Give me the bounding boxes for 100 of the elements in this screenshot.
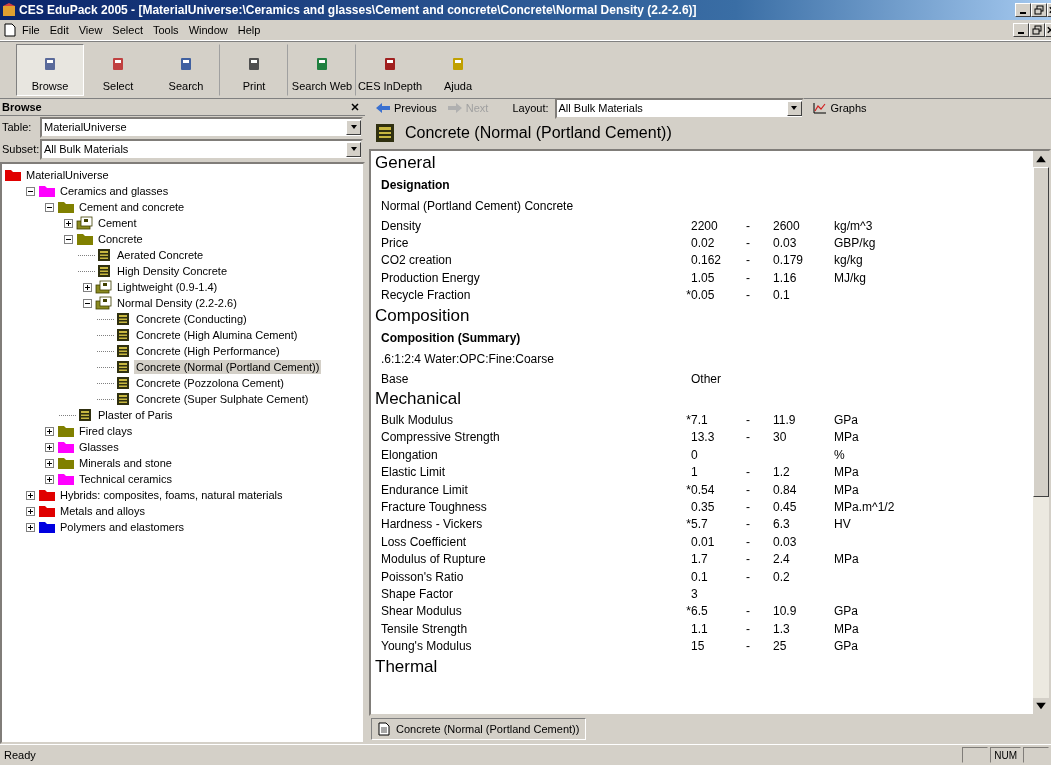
- caret-icon: [790, 104, 798, 112]
- tree-item[interactable]: Concrete (Super Sulphate Cement): [134, 392, 311, 406]
- property-value: 1.1: [691, 621, 708, 636]
- tree-item[interactable]: Normal Density (2.2-2.6): [115, 296, 239, 310]
- tree-item[interactable]: Concrete: [96, 232, 145, 246]
- expander-icon[interactable]: [45, 474, 54, 484]
- tree-item[interactable]: Concrete (Conducting): [134, 312, 249, 326]
- property-value: 15: [691, 639, 705, 654]
- card-icon: [382, 56, 398, 72]
- tree-item[interactable]: Cement: [96, 216, 139, 230]
- subset-dropdown[interactable]: All Bulk Materials: [40, 138, 363, 160]
- arrow-right-icon: [446, 102, 463, 114]
- property-value: 0.02: [691, 236, 715, 251]
- scroll-thumb[interactable]: [1033, 167, 1049, 497]
- menu-item[interactable]: Help: [237, 24, 261, 36]
- tree-item[interactable]: Aerated Concrete: [115, 248, 206, 262]
- tree-item[interactable]: Concrete (Normal (Portland Cement)): [134, 360, 322, 374]
- tree-item[interactable]: Glasses: [77, 440, 121, 454]
- section-heading: General: [375, 152, 437, 174]
- toolbar-button[interactable]: Ajuda: [424, 44, 492, 96]
- tree-item[interactable]: Cement and concrete: [77, 200, 187, 214]
- document-tab[interactable]: Concrete (Normal (Portland Cement)): [371, 718, 587, 740]
- range-dash: -: [746, 218, 750, 233]
- record-icon: [116, 344, 130, 358]
- property-unit: HV: [834, 517, 851, 532]
- menu-item[interactable]: View: [78, 24, 103, 36]
- property-name: Elastic Limit: [381, 465, 446, 480]
- tree-item[interactable]: Lightweight (0.9-1.4): [115, 280, 220, 294]
- toolbar-button[interactable]: Select: [84, 44, 152, 96]
- record-icon: [116, 360, 130, 374]
- property-value: 2200: [691, 218, 718, 233]
- restore-button[interactable]: [1031, 3, 1047, 17]
- property-name: Endurance Limit: [381, 482, 469, 497]
- restore-button[interactable]: [1029, 23, 1045, 37]
- expander-icon[interactable]: [83, 298, 92, 308]
- tree-item[interactable]: Fired clays: [77, 424, 135, 438]
- expander-icon[interactable]: [26, 506, 35, 516]
- property-value: 13.3: [691, 430, 715, 445]
- property-name: Recycle Fraction: [381, 288, 472, 303]
- expander-icon[interactable]: [45, 442, 54, 452]
- tree-item[interactable]: Plaster of Paris: [96, 408, 175, 422]
- expander-icon[interactable]: [26, 490, 35, 500]
- expander-icon[interactable]: [64, 218, 73, 228]
- expander-icon[interactable]: [83, 282, 92, 292]
- tree-item[interactable]: Polymers and elastomers: [58, 520, 187, 534]
- expander-icon[interactable]: [45, 426, 54, 436]
- menu-item[interactable]: Select: [112, 24, 143, 36]
- minimize-button[interactable]: [1015, 3, 1031, 17]
- minimize-button[interactable]: [1013, 23, 1029, 37]
- property-value: 0.179: [773, 253, 804, 268]
- expander-icon[interactable]: [45, 458, 54, 468]
- tree-item[interactable]: Minerals and stone: [77, 456, 174, 470]
- property-name: Production Energy: [381, 270, 481, 285]
- toolbar-button[interactable]: CES InDepth: [356, 44, 424, 96]
- scrollbar[interactable]: [1033, 151, 1049, 714]
- toolbar-button[interactable]: Search Web: [288, 44, 356, 96]
- layout-dropdown[interactable]: All Bulk Materials: [554, 97, 804, 119]
- tree-item[interactable]: Concrete (High Performance): [134, 344, 282, 358]
- property-value: 3: [691, 586, 698, 601]
- tree-item[interactable]: Metals and alloys: [58, 504, 147, 518]
- menu-item[interactable]: Tools: [152, 24, 179, 36]
- previous-button[interactable]: Previous: [373, 102, 439, 114]
- tree-item[interactable]: High Density Concrete: [115, 264, 230, 278]
- property-value: 2.4: [773, 552, 790, 567]
- minimize-icon: [1018, 32, 1024, 34]
- close-icon[interactable]: [351, 103, 359, 111]
- estimate-mark: *: [686, 482, 691, 497]
- expander-icon[interactable]: [64, 234, 73, 244]
- tree-item[interactable]: MaterialUniverse: [24, 168, 111, 182]
- menu-item[interactable]: File: [22, 24, 40, 36]
- expander-icon[interactable]: [26, 522, 35, 532]
- table-dropdown[interactable]: MaterialUniverse: [40, 116, 363, 138]
- toolbar-button[interactable]: Search: [152, 44, 220, 96]
- graphs-button[interactable]: Graphs: [809, 102, 869, 114]
- tree-item[interactable]: Hybrids: composites, foams, natural materials: [58, 488, 285, 502]
- menu-item[interactable]: Window: [188, 24, 228, 36]
- card-icon: [314, 56, 330, 72]
- tree-item[interactable]: Concrete (Pozzolona Cement): [134, 376, 286, 390]
- record-title: Concrete (Normal (Portland Cement)): [405, 124, 672, 142]
- expander-icon[interactable]: [45, 202, 54, 212]
- card-icon: [450, 56, 466, 72]
- property-name: Poisson's Ratio: [381, 569, 465, 584]
- property-name: Shape Factor: [381, 586, 455, 601]
- tree-item[interactable]: Concrete (High Alumina Cement): [134, 328, 300, 342]
- tree-item[interactable]: Technical ceramics: [77, 472, 174, 486]
- property-unit: MPa.m^1/2: [834, 500, 895, 514]
- status-indicator: NUM: [990, 747, 1021, 763]
- property-name: Hardness - Vickers: [381, 517, 484, 532]
- toolbar-button[interactable]: Print: [220, 44, 288, 96]
- scroll-up-icon[interactable]: [1033, 151, 1049, 167]
- range-dash: -: [746, 482, 750, 497]
- menu-item[interactable]: Edit: [49, 24, 69, 36]
- expander-icon[interactable]: [26, 186, 35, 196]
- tree-item[interactable]: Ceramics and glasses: [58, 184, 171, 198]
- property-value: 6.5: [691, 604, 708, 619]
- range-dash: -: [746, 500, 750, 514]
- property-name: Tensile Strength: [381, 621, 469, 636]
- property-value: 0.1: [773, 288, 790, 303]
- toolbar-button[interactable]: Browse: [16, 44, 84, 96]
- description-text: Normal (Portland Cement) Concrete: [380, 198, 575, 215]
